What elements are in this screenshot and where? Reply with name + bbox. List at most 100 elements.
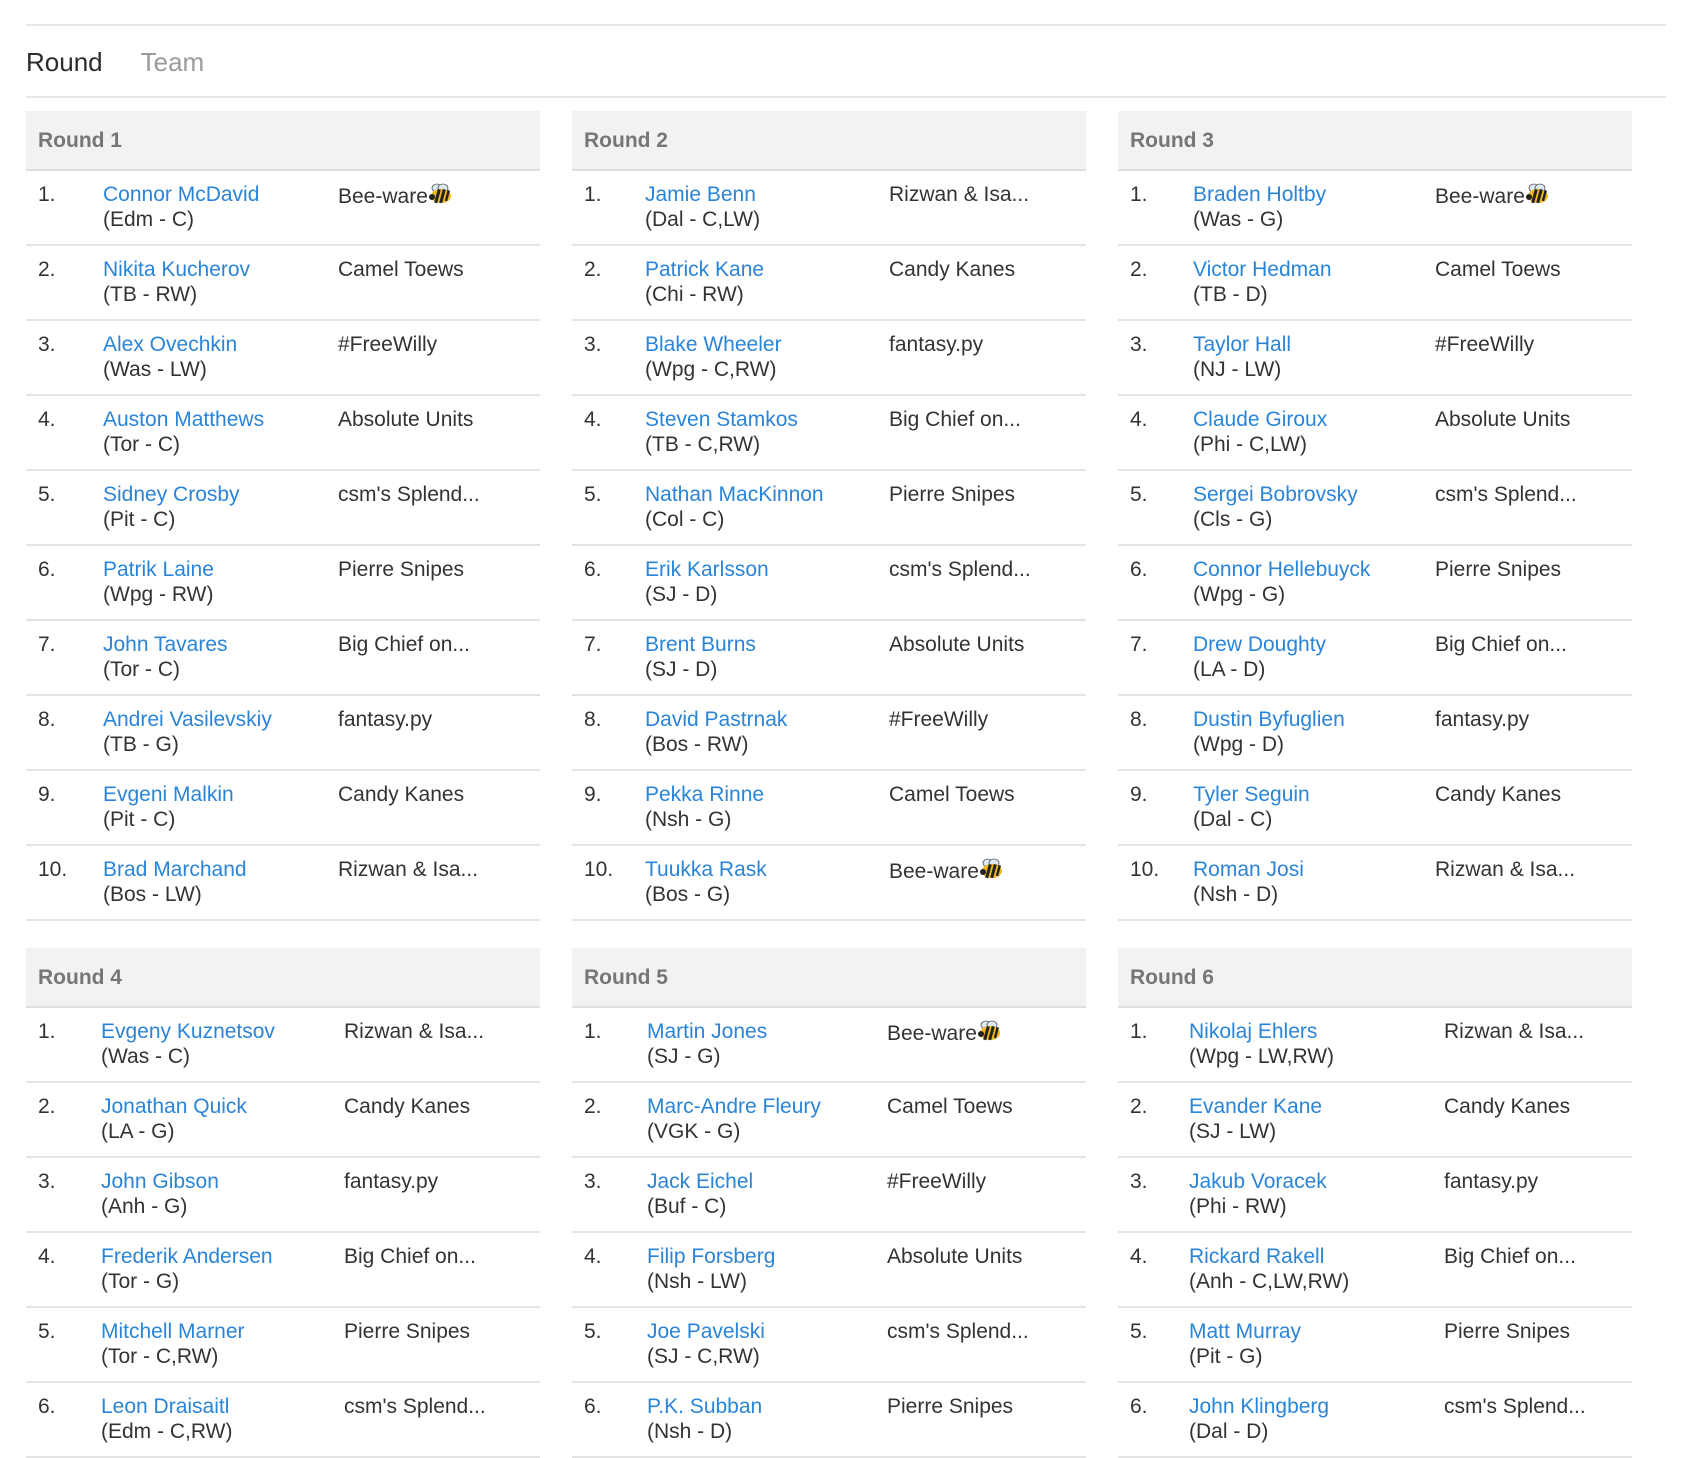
player-link[interactable]: Blake Wheeler — [645, 333, 782, 357]
player-link[interactable]: Auston Matthews — [103, 408, 264, 432]
player-link[interactable]: Andrei Vasilevskiy — [103, 708, 272, 732]
pick-number: 2. — [38, 1095, 56, 1118]
player-link[interactable]: Nikolaj Ehlers — [1189, 1020, 1317, 1044]
player-link[interactable]: Claude Giroux — [1193, 408, 1327, 432]
fantasy-team-label: #FreeWilly — [1435, 333, 1535, 356]
player-team-position: (LA - D) — [1193, 658, 1266, 681]
pick-number: 10. — [584, 858, 614, 881]
player-link[interactable]: Rickard Rakell — [1189, 1245, 1324, 1269]
round-header: Round 6 — [1118, 948, 1632, 1008]
player-link[interactable]: Brad Marchand — [103, 858, 247, 882]
pick-row: 1. Jamie Benn (Dal - C,LW) Rizwan & Isa... — [572, 171, 1086, 246]
player-team-position: (SJ - D) — [645, 658, 718, 681]
player-link[interactable]: Taylor Hall — [1193, 333, 1291, 357]
pick-number: 2. — [38, 258, 56, 281]
fantasy-team-label: Pierre Snipes — [344, 1320, 471, 1343]
player-link[interactable]: Jakub Voracek — [1189, 1170, 1327, 1194]
player-link[interactable]: Dustin Byfuglien — [1193, 708, 1345, 732]
fantasy-team-label: Candy Kanes — [1435, 783, 1562, 806]
player-team-position: (Pit - C) — [103, 808, 176, 831]
player-link[interactable]: Tuukka Rask — [645, 858, 767, 882]
player-link[interactable]: Brent Burns — [645, 633, 756, 657]
round-2-panel: Round 2 1. Jamie Benn (Dal - C,LW) Rizwan & … — [572, 111, 1086, 921]
pick-row: 6. Connor Hellebuyck (Wpg - G) Pierre Snipe… — [1118, 546, 1632, 621]
pick-row: 4. Claude Giroux (Phi - C,LW) Absolute Unit… — [1118, 396, 1632, 471]
pick-number: 1. — [38, 1020, 56, 1043]
player-link[interactable]: David Pastrnak — [645, 708, 787, 732]
player-link[interactable]: Filip Forsberg — [647, 1245, 775, 1269]
tab-team[interactable]: Team — [141, 44, 205, 96]
pick-number: 5. — [1130, 483, 1148, 506]
pick-row: 5. Sidney Crosby (Pit - C) csm's Splend... — [26, 471, 540, 546]
fantasy-team-label: Pierre Snipes — [887, 1395, 1014, 1418]
player-team-position: (Wpg - C,RW) — [645, 358, 777, 381]
player-link[interactable]: Victor Hedman — [1193, 258, 1332, 282]
player-link[interactable]: Mitchell Marner — [101, 1320, 245, 1344]
player-team-position: (Phi - C,LW) — [1193, 433, 1307, 456]
player-team-position: (Nsh - G) — [645, 808, 732, 831]
fantasy-team-name: Camel Toews — [887, 1095, 1013, 1119]
player-link[interactable]: Evander Kane — [1189, 1095, 1322, 1119]
player-link[interactable]: Nathan MacKinnon — [645, 483, 824, 507]
pick-number: 3. — [38, 1170, 56, 1193]
pick-number: 4. — [38, 408, 56, 431]
player-link[interactable]: Connor Hellebuyck — [1193, 558, 1370, 582]
player-link[interactable]: Jonathan Quick — [101, 1095, 247, 1119]
fantasy-team-label: #FreeWilly — [889, 708, 989, 731]
fantasy-team-label: #FreeWilly — [887, 1170, 987, 1193]
player-link[interactable]: Erik Karlsson — [645, 558, 769, 582]
pick-number: 6. — [584, 1395, 602, 1418]
player-link[interactable]: Joe Pavelski — [647, 1320, 765, 1344]
player-link[interactable]: Frederik Andersen — [101, 1245, 273, 1269]
player-link[interactable]: Steven Stamkos — [645, 408, 798, 432]
pick-row: 7. Drew Doughty (LA - D) Big Chief on... — [1118, 621, 1632, 696]
player-link[interactable]: Alex Ovechkin — [103, 333, 237, 357]
player-link[interactable]: Leon Draisaitl — [101, 1395, 229, 1419]
tab-round[interactable]: Round — [26, 44, 103, 96]
pick-row: 10. Brad Marchand (Bos - LW) Rizwan & Isa..… — [26, 846, 540, 921]
fantasy-team-name: #FreeWilly — [887, 1170, 986, 1194]
player-link[interactable]: Matt Murray — [1189, 1320, 1301, 1344]
fantasy-team-label: Rizwan & Isa... — [1435, 858, 1576, 881]
fantasy-team-label: Candy Kanes — [1444, 1095, 1571, 1118]
fantasy-team-name: Rizwan & Isa... — [344, 1020, 484, 1044]
pick-row: 2. Evander Kane (SJ - LW) Candy Kanes — [1118, 1083, 1632, 1158]
pick-number: 6. — [1130, 558, 1148, 581]
player-link[interactable]: John Klingberg — [1189, 1395, 1329, 1419]
player-link[interactable]: Marc-Andre Fleury — [647, 1095, 821, 1119]
player-link[interactable]: Tyler Seguin — [1193, 783, 1310, 807]
pick-number: 5. — [38, 1320, 56, 1343]
player-link[interactable]: Martin Jones — [647, 1020, 767, 1044]
player-link[interactable]: Roman Josi — [1193, 858, 1304, 882]
player-link[interactable]: Evgeni Malkin — [103, 783, 234, 807]
player-link[interactable]: Sidney Crosby — [103, 483, 240, 507]
pick-number: 4. — [584, 408, 602, 431]
player-team-position: (Was - C) — [101, 1045, 191, 1068]
pick-row: 2. Jonathan Quick (LA - G) Candy Kanes — [26, 1083, 540, 1158]
player-link[interactable]: Evgeny Kuznetsov — [101, 1020, 275, 1044]
fantasy-team-name: Camel Toews — [338, 258, 464, 282]
player-link[interactable]: Jamie Benn — [645, 183, 756, 207]
player-team-position: (Wpg - D) — [1193, 733, 1284, 756]
pick-row: 1. Martin Jones (SJ - G) Bee-ware — [572, 1008, 1086, 1083]
pick-number: 4. — [38, 1245, 56, 1268]
fantasy-team-label: Absolute Units — [887, 1245, 1023, 1268]
player-link[interactable]: Drew Doughty — [1193, 633, 1326, 657]
player-link[interactable]: P.K. Subban — [647, 1395, 762, 1419]
fantasy-team-label: csm's Splend... — [887, 1320, 1029, 1343]
pick-number: 9. — [38, 783, 56, 806]
player-link[interactable]: Nikita Kucherov — [103, 258, 250, 282]
player-link[interactable]: Patrick Kane — [645, 258, 764, 282]
player-link[interactable]: Connor McDavid — [103, 183, 259, 207]
player-link[interactable]: Braden Holtby — [1193, 183, 1326, 207]
pick-number: 5. — [38, 483, 56, 506]
player-link[interactable]: Patrik Laine — [103, 558, 214, 582]
pick-number: 10. — [1130, 858, 1160, 881]
player-link[interactable]: Jack Eichel — [647, 1170, 753, 1194]
player-link[interactable]: Pekka Rinne — [645, 783, 764, 807]
player-link[interactable]: John Gibson — [101, 1170, 219, 1194]
pick-number: 3. — [1130, 333, 1148, 356]
player-link[interactable]: Sergei Bobrovsky — [1193, 483, 1358, 507]
fantasy-team-label: csm's Splend... — [889, 558, 1031, 581]
player-link[interactable]: John Tavares — [103, 633, 228, 657]
